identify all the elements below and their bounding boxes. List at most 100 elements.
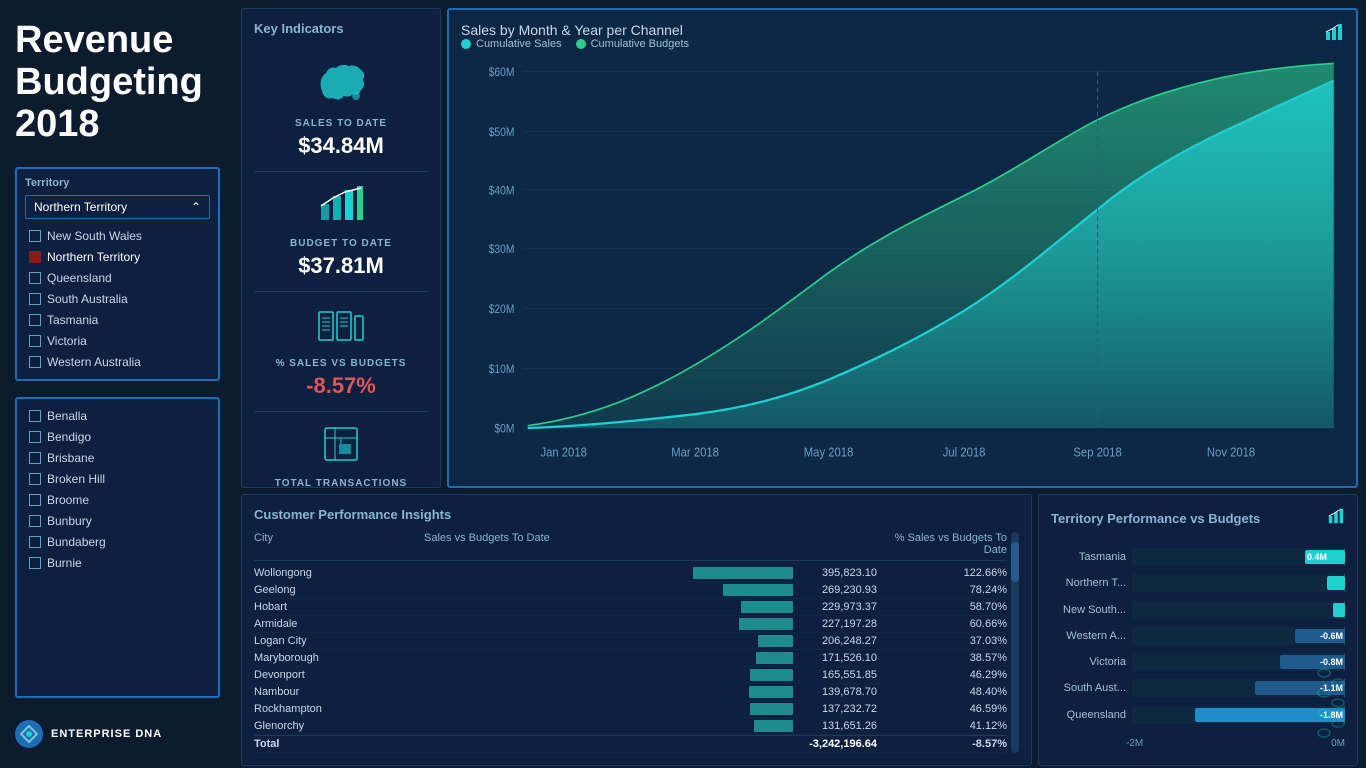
- city-item-bendigo[interactable]: Bendigo: [25, 428, 210, 446]
- svg-text:Jan 2018: Jan 2018: [540, 445, 587, 460]
- city-filter-list: Benalla Bendigo Brisbane Broken Hill Bro…: [15, 397, 220, 698]
- dna-decoration: [1316, 663, 1346, 748]
- col-header-pct: % Sales vs Budgets To Date: [877, 532, 1007, 556]
- territory-perf-title: Territory Performance vs Budgets: [1051, 511, 1260, 526]
- table-row: Geelong 269,230.93 78.24%: [254, 582, 1007, 599]
- territory-list: New South Wales Northern Territory Queen…: [25, 227, 210, 371]
- svg-text:$10M: $10M: [489, 363, 515, 376]
- city-checkbox-bendigo[interactable]: [29, 431, 41, 443]
- territory-item-tas[interactable]: Tasmania: [25, 311, 210, 329]
- bar-label-tasmania: Tasmania: [1051, 551, 1126, 563]
- territory-filter-box: Territory Northern Territory ⌃ New South…: [15, 167, 220, 381]
- enterprise-logo-text: ENTERPRISE DNA: [51, 728, 162, 740]
- table-scrollbar[interactable]: [1011, 532, 1019, 753]
- table-row: Armidale 227,197.28 60.66%: [254, 616, 1007, 633]
- bar-label-southaust: South Aust...: [1051, 682, 1126, 694]
- territory-checkbox-nsw[interactable]: [29, 230, 41, 242]
- city-checkbox-benalla[interactable]: [29, 410, 41, 422]
- territory-checkbox-vic[interactable]: [29, 335, 41, 347]
- sidebar: Revenue Budgeting 2018 Territory Norther…: [0, 0, 235, 768]
- col-header-city: City: [254, 532, 364, 556]
- city-label-brisbane: Brisbane: [47, 451, 94, 465]
- bar-label-newsouth: New South...: [1051, 604, 1126, 616]
- key-indicators-panel: Key Indicators SALES TO DATE $34.84M: [241, 8, 441, 488]
- chart-expand-icon[interactable]: [1324, 22, 1344, 47]
- table-row: Wollongong 395,823.10 122.66%: [254, 565, 1007, 582]
- sales-to-date-label: SALES TO DATE: [295, 118, 387, 129]
- bar-devonport: [750, 669, 793, 681]
- bar-rockhampton: [750, 703, 793, 715]
- city-item-benalla[interactable]: Benalla: [25, 407, 210, 425]
- table-row: Devonport 165,551.85 46.29%: [254, 667, 1007, 684]
- city-item-brisbane[interactable]: Brisbane: [25, 449, 210, 467]
- city-checkbox-broken-hill[interactable]: [29, 473, 41, 485]
- city-item-bundaberg[interactable]: Bundaberg: [25, 533, 210, 551]
- bar-label-northern: Northern T...: [1051, 577, 1126, 589]
- territory-item-qld[interactable]: Queensland: [25, 269, 210, 287]
- territory-item-vic[interactable]: Victoria: [25, 332, 210, 350]
- svg-text:$50M: $50M: [489, 126, 515, 139]
- territory-label-qld: Queensland: [47, 271, 112, 285]
- scrollbar-thumb[interactable]: [1011, 542, 1019, 582]
- bar-row-western: Western A... -0.6M: [1051, 627, 1345, 645]
- city-checkbox-brisbane[interactable]: [29, 452, 41, 464]
- svg-text:$40M: $40M: [489, 185, 515, 198]
- key-indicators-title: Key Indicators: [254, 21, 428, 36]
- territory-checkbox-sa[interactable]: [29, 293, 41, 305]
- svg-text:$30M: $30M: [489, 244, 515, 257]
- territory-item-nt[interactable]: Northern Territory: [25, 248, 210, 266]
- territory-label-nsw: New South Wales: [47, 229, 142, 243]
- territory-item-wa[interactable]: Western Australia: [25, 353, 210, 371]
- city-label-bundaberg: Bundaberg: [47, 535, 106, 549]
- territory-item-sa[interactable]: South Australia: [25, 290, 210, 308]
- budget-icon-svg: [317, 184, 365, 224]
- city-item-bunbury[interactable]: Bunbury: [25, 512, 210, 530]
- bottom-row: Customer Performance Insights City Sales…: [241, 494, 1358, 766]
- city-checkbox-bundaberg[interactable]: [29, 536, 41, 548]
- territory-item-nsw[interactable]: New South Wales: [25, 227, 210, 245]
- bar-glenorchy: [754, 720, 793, 732]
- legend-dot-budgets: [576, 39, 586, 49]
- table-row: Hobart 229,973.37 58.70%: [254, 599, 1007, 616]
- australia-map-icon: [311, 58, 371, 118]
- territory-bar-chart: Tasmania 0.4M Northern T...: [1051, 536, 1345, 753]
- territory-dropdown[interactable]: Northern Territory ⌃: [25, 195, 210, 219]
- budget-to-date-value: $37.81M: [298, 253, 384, 279]
- territory-chart-expand-icon[interactable]: [1327, 507, 1345, 530]
- city-label-bunbury: Bunbury: [47, 514, 92, 528]
- enterprise-logo: ENTERPRISE DNA: [15, 710, 220, 748]
- territory-checkbox-qld[interactable]: [29, 272, 41, 284]
- territory-checkbox-nt[interactable]: [29, 251, 41, 263]
- app-title: Revenue Budgeting 2018: [15, 20, 220, 145]
- territory-chart-xaxis: -2M 0M: [1051, 732, 1345, 749]
- x-label-neg2m: -2M: [1126, 738, 1143, 749]
- australia-svg: [311, 58, 371, 108]
- sales-chart-header-left: Sales by Month & Year per Channel Cumula…: [461, 22, 689, 54]
- city-item-broken-hill[interactable]: Broken Hill: [25, 470, 210, 488]
- sales-chart-panel: Sales by Month & Year per Channel Cumula…: [447, 8, 1358, 488]
- city-item-broome[interactable]: Broome: [25, 491, 210, 509]
- bar-label-victoria: Victoria: [1051, 656, 1126, 668]
- territory-checkbox-tas[interactable]: [29, 314, 41, 326]
- territory-label-nt: Northern Territory: [47, 250, 140, 264]
- bar-row-northern: Northern T...: [1051, 574, 1345, 592]
- city-checkbox-bunbury[interactable]: [29, 515, 41, 527]
- city-checkbox-burnie[interactable]: [29, 557, 41, 569]
- pct-sales-icon: [317, 304, 365, 352]
- bar-label-western: Western A...: [1051, 630, 1126, 642]
- city-item-burnie[interactable]: Burnie: [25, 554, 210, 572]
- total-tx-icon: [317, 424, 365, 472]
- sales-to-date-value: $34.84M: [298, 133, 384, 159]
- total-tx-label: TOTAL TRANSACTIONS: [275, 478, 407, 489]
- svg-text:$20M: $20M: [489, 304, 515, 317]
- pct-icon-svg: [317, 304, 365, 344]
- svg-text:$60M: $60M: [489, 67, 515, 80]
- tx-icon-svg: [317, 424, 365, 464]
- pct-sales-block: % SALES VS BUDGETS -8.57%: [254, 292, 428, 412]
- bar-armidale: [739, 618, 793, 630]
- territory-checkbox-wa[interactable]: [29, 356, 41, 368]
- legend-dot-sales: [461, 39, 471, 49]
- dna-icon: [1316, 663, 1346, 743]
- customer-table-header: City Sales vs Budgets To Date % Sales vs…: [254, 532, 1007, 561]
- city-checkbox-broome[interactable]: [29, 494, 41, 506]
